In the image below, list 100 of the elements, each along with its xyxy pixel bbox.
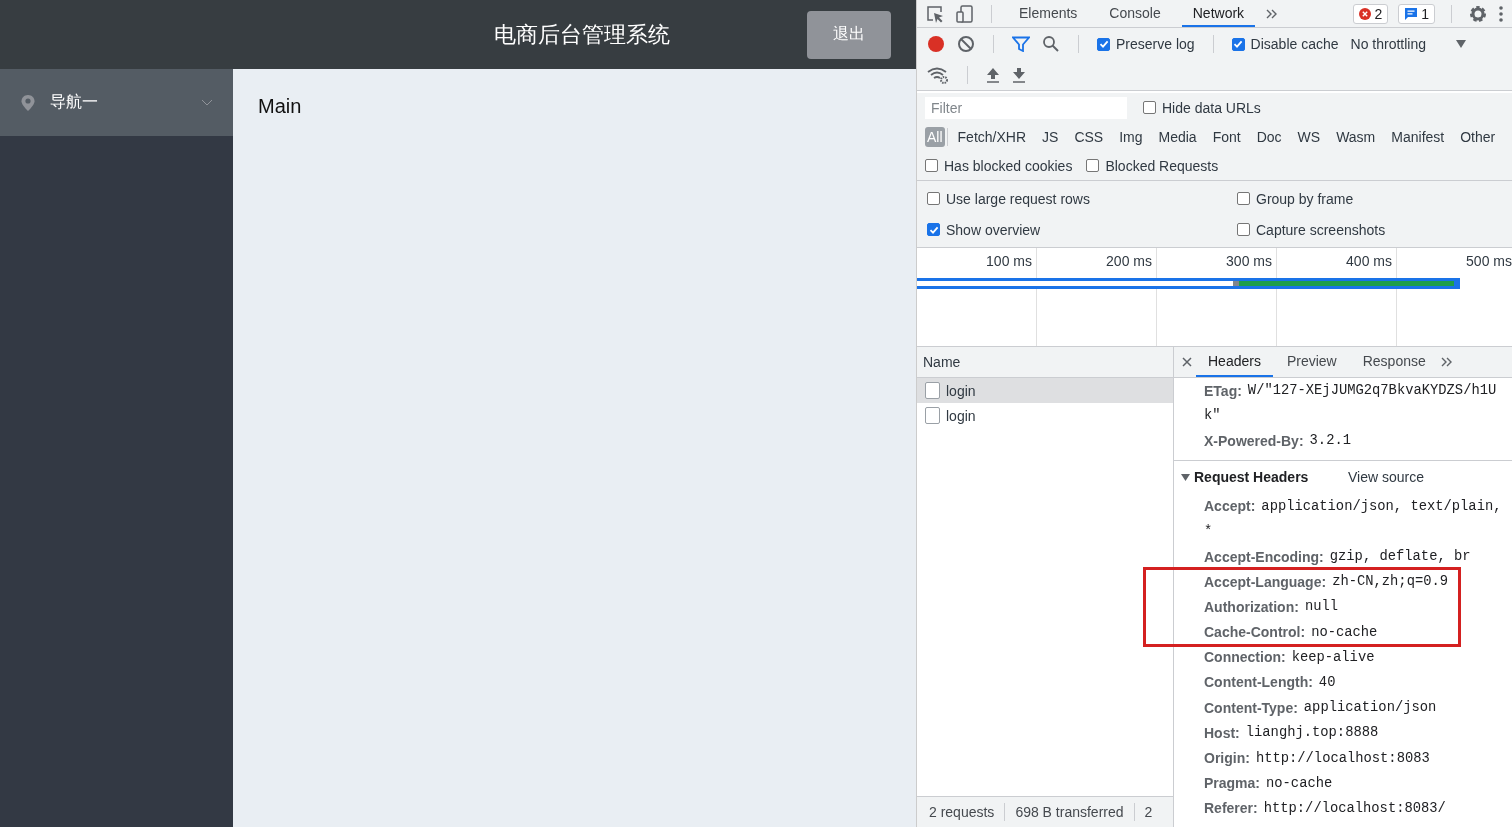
setting-label: Group by frame bbox=[1256, 190, 1354, 207]
type-filter[interactable]: Fetch/XHR bbox=[949, 126, 1035, 147]
device-toolbar-icon[interactable] bbox=[955, 3, 975, 24]
header-value: application/json bbox=[1303, 700, 1437, 716]
devtools-tab[interactable]: Console bbox=[1098, 0, 1172, 27]
hide-data-urls-label: Hide data URLs bbox=[1162, 99, 1261, 116]
disable-cache-label: Disable cache bbox=[1250, 36, 1339, 52]
network-conditions-icon[interactable] bbox=[927, 66, 949, 84]
type-filter[interactable]: Media bbox=[1150, 126, 1205, 147]
time-tick: 500 ms bbox=[1466, 253, 1512, 269]
close-icon[interactable] bbox=[1180, 355, 1194, 369]
error-icon bbox=[1359, 7, 1372, 20]
header-value: null bbox=[1304, 599, 1338, 615]
throttling-select[interactable]: No throttling bbox=[1350, 36, 1466, 52]
file-icon bbox=[925, 407, 940, 424]
type-filter[interactable]: WS bbox=[1289, 126, 1329, 147]
type-filter[interactable]: Img bbox=[1111, 126, 1151, 147]
main-text: Main bbox=[258, 95, 302, 117]
checkbox[interactable] bbox=[1086, 159, 1100, 172]
detail-tab[interactable]: Headers bbox=[1196, 347, 1273, 377]
header-name: Content-Type: bbox=[1204, 699, 1298, 716]
status-text: 698 B transferred bbox=[1015, 804, 1124, 820]
column-header[interactable]: Name bbox=[923, 354, 961, 370]
header-name: Host: bbox=[1204, 724, 1240, 741]
header-name: Content-Length: bbox=[1204, 674, 1313, 691]
setting-label: Use large request rows bbox=[946, 190, 1090, 207]
type-filter[interactable]: Wasm bbox=[1328, 126, 1384, 147]
filter-field[interactable]: Filter bbox=[925, 96, 1127, 119]
more-tabs-icon[interactable] bbox=[1439, 356, 1454, 368]
file-icon bbox=[925, 382, 940, 399]
view-source-link[interactable]: View source bbox=[1348, 469, 1424, 486]
header-value: http://localhost:8083 bbox=[1255, 750, 1430, 766]
header-value: k" bbox=[1204, 408, 1221, 424]
section-header[interactable]: Request Headers View source bbox=[1174, 459, 1512, 494]
checkbox[interactable] bbox=[1237, 192, 1250, 205]
checkbox[interactable] bbox=[1231, 37, 1245, 51]
setting-label: Show overview bbox=[946, 221, 1041, 238]
header-name: Cache-Control: bbox=[1204, 624, 1306, 641]
detail-tab[interactable]: Response bbox=[1350, 347, 1438, 377]
detail-tab[interactable]: Preview bbox=[1274, 347, 1349, 377]
expanded-triangle-icon bbox=[1181, 472, 1190, 482]
header-name: Referer: bbox=[1204, 800, 1258, 817]
status-text: 2 requests bbox=[929, 804, 995, 820]
checkbox[interactable] bbox=[1097, 37, 1110, 51]
header-value: * bbox=[1204, 523, 1213, 539]
header-name: Origin: bbox=[1204, 750, 1250, 767]
header-value: http://localhost:8083/ bbox=[1263, 800, 1446, 816]
type-filter[interactable]: Font bbox=[1204, 126, 1249, 147]
header-value: lianghj.top:8888 bbox=[1245, 725, 1379, 741]
header-value: W/"127-XEjJUMG2q7BkvaKYDZS/h1U bbox=[1247, 383, 1497, 399]
header-name: Accept: bbox=[1204, 498, 1256, 515]
header-name: ETag: bbox=[1204, 382, 1242, 399]
type-filter[interactable]: Manifest bbox=[1383, 126, 1453, 147]
type-filter[interactable]: Other bbox=[1452, 126, 1504, 147]
upload-icon[interactable] bbox=[986, 67, 1000, 83]
checkbox[interactable] bbox=[925, 159, 938, 172]
chevron-down-icon bbox=[201, 98, 213, 107]
header-name: Connection: bbox=[1204, 649, 1286, 666]
setting-label: Capture screenshots bbox=[1256, 221, 1386, 238]
header-name: X-Powered-By: bbox=[1204, 432, 1304, 449]
time-tick: 200 ms bbox=[1106, 253, 1152, 269]
request-row[interactable]: login bbox=[917, 378, 1173, 403]
header-value: application/json, text/plain, bbox=[1261, 498, 1502, 514]
more-menu-icon[interactable] bbox=[1498, 4, 1504, 23]
header-value: 40 bbox=[1318, 674, 1336, 690]
header-value: 3.2.1 bbox=[1309, 433, 1351, 449]
download-icon[interactable] bbox=[1012, 67, 1026, 83]
clear-icon[interactable] bbox=[957, 35, 975, 53]
checkbox[interactable] bbox=[1143, 101, 1156, 114]
inspect-icon[interactable] bbox=[925, 3, 945, 24]
devtools-tab[interactable]: Elements bbox=[1008, 0, 1089, 27]
option-label: Has blocked cookies bbox=[944, 157, 1073, 174]
time-tick: 300 ms bbox=[1226, 253, 1272, 269]
checkbox[interactable] bbox=[927, 192, 940, 205]
header-value: zh-CN,zh;q=0.9 bbox=[1332, 574, 1449, 590]
type-filter[interactable]: JS bbox=[1034, 126, 1067, 147]
filter-icon[interactable] bbox=[1012, 36, 1030, 52]
nav-item[interactable]: 导航一 bbox=[0, 69, 233, 136]
checkbox[interactable] bbox=[927, 223, 940, 236]
message-icon bbox=[1404, 6, 1419, 21]
checkbox[interactable] bbox=[1237, 223, 1250, 236]
option-label: Blocked Requests bbox=[1105, 157, 1219, 174]
time-tick: 400 ms bbox=[1346, 253, 1392, 269]
error-count-badge[interactable]: 2 bbox=[1353, 3, 1389, 24]
message-count-badge[interactable]: 1 bbox=[1398, 3, 1435, 24]
dropdown-caret-icon bbox=[1456, 40, 1466, 48]
type-filter[interactable]: Doc bbox=[1248, 126, 1290, 147]
status-text: 2 bbox=[1144, 804, 1153, 820]
settings-icon[interactable] bbox=[1468, 3, 1488, 24]
location-pin-icon bbox=[20, 93, 36, 112]
preserve-log-label: Preserve log bbox=[1116, 36, 1195, 52]
record-icon[interactable] bbox=[927, 35, 945, 53]
type-filter[interactable]: CSS bbox=[1066, 126, 1112, 147]
header-value: gzip, deflate, br bbox=[1329, 549, 1471, 565]
time-tick: 100 ms bbox=[986, 253, 1032, 269]
header-value: no-cache bbox=[1311, 624, 1378, 640]
request-row[interactable]: login bbox=[917, 403, 1173, 428]
header-name: Accept-Language: bbox=[1204, 573, 1327, 590]
search-icon[interactable] bbox=[1042, 35, 1060, 53]
header-value: keep-alive bbox=[1291, 649, 1375, 665]
